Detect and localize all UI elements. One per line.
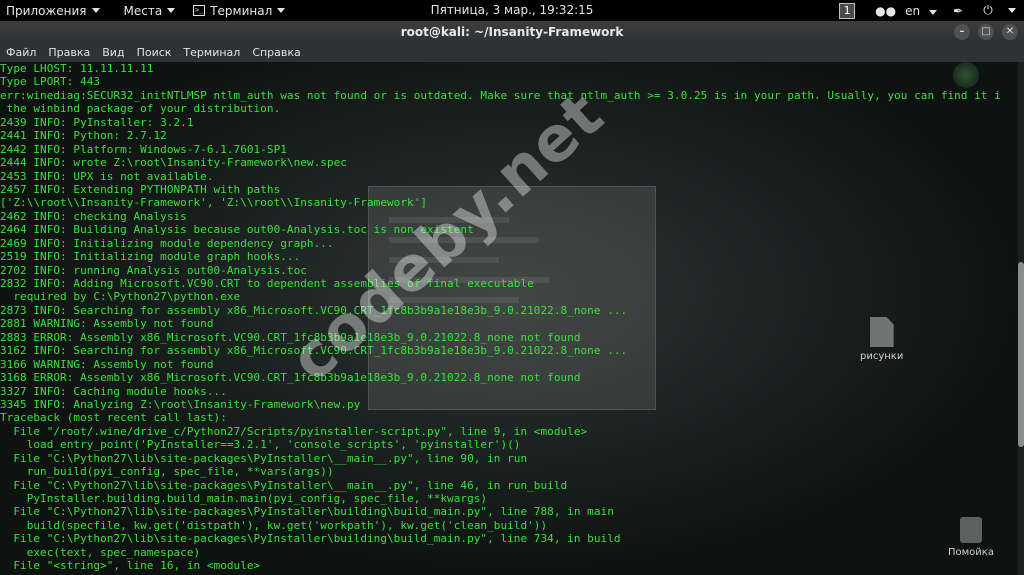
top-panel: Приложения Места >_ Терминал Пятница, 3 … xyxy=(0,0,1024,21)
window-titlebar[interactable]: root@kali: ~/Insanity-Framework – □ ✕ xyxy=(0,21,1024,43)
terminal-line: ['Z:\\root\\Insanity-Framework', 'Z:\\ro… xyxy=(0,196,428,210)
terminal-line: File "C:\Python27\lib\site-packages\PyIn… xyxy=(0,451,528,465)
terminal-line: 2469 INFO: Initializing module dependenc… xyxy=(0,236,334,250)
chevron-down-icon[interactable] xyxy=(1008,8,1016,13)
terminal-line: 2464 INFO: Building Analysis because out… xyxy=(0,223,474,237)
terminal-line: File "C:\Python27\lib\site-packages\PyIn… xyxy=(0,505,614,519)
applications-label: Приложения xyxy=(6,3,87,18)
terminal-line: PyInstaller.building.build_main.main(pyi… xyxy=(0,492,488,505)
terminal-line: 2881 WARNING: Assembly not found xyxy=(0,317,214,331)
language-indicator[interactable]: en xyxy=(905,4,937,18)
terminal-line: 3168 ERROR: Assembly x86_Microsoft.VC90.… xyxy=(0,371,581,385)
terminal-line: Type LPORT: 443 xyxy=(0,75,101,89)
places-label: Места xyxy=(123,3,163,18)
users-icon[interactable]: ●● xyxy=(875,4,896,18)
terminal-line: 2457 INFO: Extending PYTHONPATH with pat… xyxy=(0,182,281,196)
applications-menu[interactable]: Приложения xyxy=(0,0,106,21)
terminal-line: 2519 INFO: Initializing module graph hoo… xyxy=(0,250,301,264)
pen-icon[interactable]: ✒ xyxy=(949,4,967,18)
terminal-output[interactable]: рисунки Помойка Type LHOST: 11.11.11.11 T… xyxy=(0,62,1024,575)
menu-help[interactable]: Справка xyxy=(246,46,306,59)
terminal-icon: >_ xyxy=(193,5,206,16)
language-label: en xyxy=(905,3,921,18)
window-title: root@kali: ~/Insanity-Framework xyxy=(400,25,624,39)
terminal-line: 2444 INFO: wrote Z:\root\Insanity-Framew… xyxy=(0,156,347,170)
terminal-line: the winbind package of your distribution… xyxy=(0,102,281,116)
terminal-line: 2453 INFO: UPX is not available. xyxy=(0,169,214,183)
places-menu[interactable]: Места xyxy=(118,0,182,21)
power-icon[interactable]: ⏻ xyxy=(979,3,997,18)
terminal-line: 3327 INFO: Caching module hooks... xyxy=(0,384,227,398)
terminal-app-menu[interactable]: >_ Терминал xyxy=(187,0,291,21)
terminal-lines: Type LHOST: 11.11.11.11 Type LPORT: 443 er… xyxy=(0,62,1001,573)
chevron-down-icon xyxy=(167,8,176,13)
terminal-line: 3166 WARNING: Assembly not found xyxy=(0,357,214,371)
terminal-line: err:winediag:SECUR32_initNTLMSP ntlm_aut… xyxy=(0,88,1001,102)
terminal-line: 2832 INFO: Adding Microsoft.VC90.CRT to … xyxy=(0,277,534,290)
menu-terminal[interactable]: Терминал xyxy=(177,46,246,59)
terminal-line: Type LHOST: 11.11.11.11 xyxy=(0,62,154,75)
terminal-line: 2441 INFO: Python: 2.7.12 xyxy=(0,129,167,143)
maximize-button[interactable]: □ xyxy=(978,24,994,40)
terminal-line: File "<string>", line 16, in <module> xyxy=(0,559,261,573)
terminal-line: 2883 ERROR: Assembly x86_Microsoft.VC90.… xyxy=(0,330,581,344)
terminal-line: File "C:\Python27\lib\site-packages\PyIn… xyxy=(0,478,568,492)
chevron-down-icon xyxy=(929,9,937,15)
minimize-button[interactable]: – xyxy=(954,24,970,40)
menu-view[interactable]: Вид xyxy=(96,46,130,59)
terminal-line: 3345 INFO: Analyzing Z:\root\Insanity-Fr… xyxy=(0,397,361,411)
terminal-line: run_build(pyi_config, spec_file, **vars(… xyxy=(0,465,334,479)
menu-edit[interactable]: Правка xyxy=(42,46,96,59)
chevron-down-icon xyxy=(91,8,100,13)
terminal-line: Traceback (most recent call last): xyxy=(0,411,227,425)
workspace-indicator[interactable]: 1 xyxy=(839,2,856,19)
terminal-line: 2702 INFO: running Analysis out00-Analys… xyxy=(0,263,307,277)
terminal-line: build(specfile, kw.get('distpath'), kw.g… xyxy=(0,518,548,532)
close-button[interactable]: ✕ xyxy=(1002,24,1018,40)
menu-search[interactable]: Поиск xyxy=(131,46,178,59)
chevron-down-icon xyxy=(277,8,286,13)
terminal-line: load_entry_point('PyInstaller==3.2.1', '… xyxy=(0,438,521,452)
terminal-line: 2462 INFO: checking Analysis xyxy=(0,209,187,223)
scrollbar-thumb[interactable] xyxy=(1018,262,1024,447)
terminal-line: 3162 INFO: Searching for assembly x86_Mi… xyxy=(0,344,628,358)
terminal-line: 2439 INFO: PyInstaller: 3.2.1 xyxy=(0,115,194,129)
terminal-line: File "/root/.wine/drive_c/Python27/Scrip… xyxy=(0,424,588,438)
terminal-line: 2442 INFO: Platform: Windows-7-6.1.7601-… xyxy=(0,142,287,156)
clock[interactable]: Пятница, 3 мар., 19:32:15 xyxy=(431,3,594,17)
terminal-line: 2873 INFO: Searching for assembly x86_Mi… xyxy=(0,303,628,317)
terminal-app-label: Терминал xyxy=(210,3,273,18)
terminal-menubar: Файл Правка Вид Поиск Терминал Справка xyxy=(0,43,1024,63)
menu-file[interactable]: Файл xyxy=(0,46,42,59)
terminal-line: exec(text, spec_namespace) xyxy=(0,545,201,559)
terminal-scrollbar[interactable] xyxy=(1018,62,1024,575)
terminal-line: File "C:\Python27\lib\site-packages\PyIn… xyxy=(0,532,621,546)
terminal-line: required by C:\Python27\python.exe xyxy=(0,290,241,304)
